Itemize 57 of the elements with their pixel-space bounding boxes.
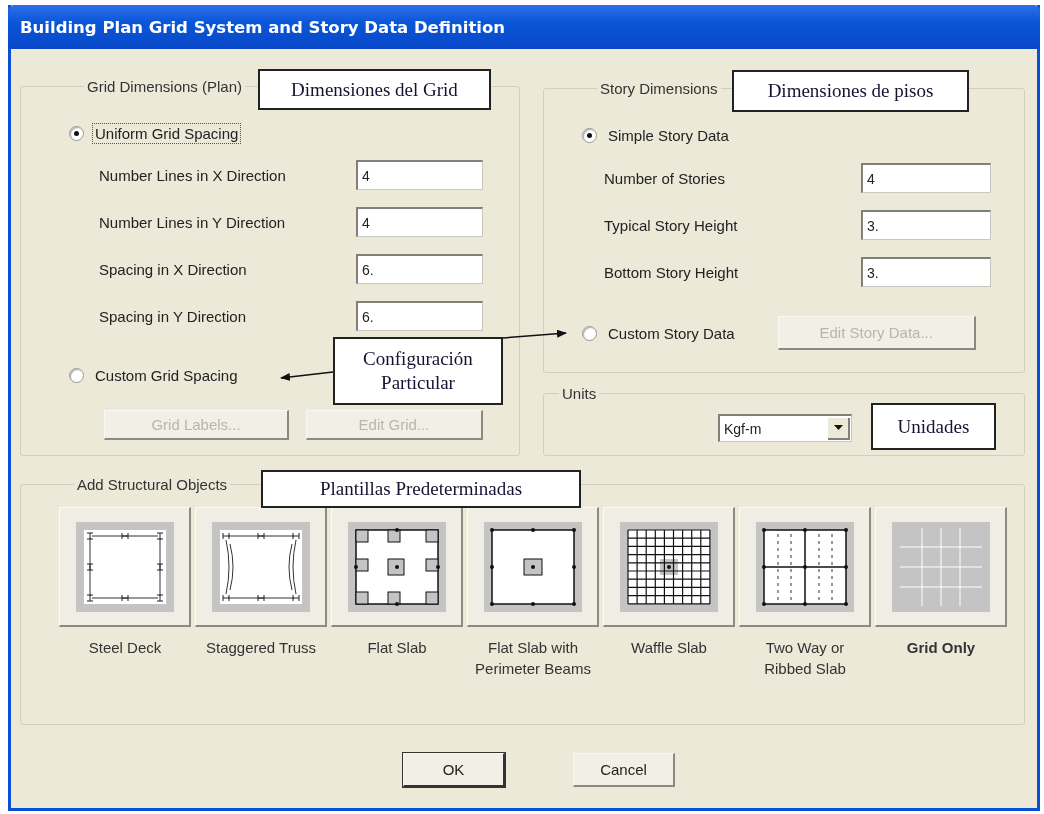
field-label: Bottom Story Height xyxy=(604,263,740,281)
text-field[interactable]: 6. xyxy=(356,301,483,331)
group-label: Grid Dimensions (Plan) xyxy=(86,78,244,95)
ribbed-slab-plan-icon xyxy=(755,521,854,612)
steel-deck-plan-icon xyxy=(75,521,174,612)
radio-button[interactable] xyxy=(582,127,597,143)
arrow xyxy=(502,329,567,339)
template-label: Grid Only xyxy=(905,638,977,658)
radio-label: Uniform Grid Spacing xyxy=(92,122,242,144)
field-label: Number Lines in Y Direction xyxy=(99,213,287,231)
grid-plan-icon xyxy=(891,521,990,612)
radio-button[interactable] xyxy=(582,325,597,341)
group-label: Story Dimensions xyxy=(599,80,719,97)
callout-label: Dimensiones del Grid xyxy=(258,69,491,110)
window-title: Building Plan Grid System and Story Data Definition xyxy=(20,17,506,37)
waffle-grid-plan-icon xyxy=(619,521,718,612)
template-button[interactable] xyxy=(739,507,871,627)
template-button[interactable] xyxy=(467,507,599,627)
callout-label: Configuración Particular xyxy=(333,337,503,405)
callout-label: Unidades xyxy=(871,403,996,450)
field-label: Typical Story Height xyxy=(604,216,739,234)
callout-label: Dimensiones de pisos xyxy=(732,70,969,112)
arrow xyxy=(280,371,334,381)
radio-button[interactable] xyxy=(69,367,84,383)
template-label: Waffle Slab xyxy=(630,638,708,658)
template-label: Flat Slab with Perimeter Beams xyxy=(474,638,592,679)
dialog-button[interactable]: OK xyxy=(403,753,505,787)
text-field[interactable]: 6. xyxy=(356,254,483,284)
units-dropdown[interactable]: Kgf-m xyxy=(718,414,852,442)
template-label: Staggered Truss xyxy=(204,638,318,658)
text-field[interactable]: 3. xyxy=(861,257,991,287)
text-field[interactable]: 4 xyxy=(861,163,991,193)
template-button[interactable] xyxy=(603,507,735,627)
group-label: Units xyxy=(561,385,598,402)
slab-with-beams-plan-icon xyxy=(483,521,582,612)
flat-slab-plan-icon xyxy=(347,521,446,612)
field-label: Spacing in X Direction xyxy=(99,260,248,278)
radio-label: Custom Story Data xyxy=(607,323,736,344)
dropdown-button[interactable] xyxy=(828,417,850,440)
radio-button[interactable] xyxy=(69,125,84,141)
text-field[interactable]: 4 xyxy=(356,160,483,190)
field-label: Number Lines in X Direction xyxy=(99,166,287,184)
field-label: Spacing in Y Direction xyxy=(99,307,248,325)
text-field[interactable]: 4 xyxy=(356,207,483,237)
template-label: Flat Slab xyxy=(366,638,428,658)
template-button[interactable] xyxy=(331,507,463,627)
radio-label: Custom Grid Spacing xyxy=(94,365,239,386)
template-label: Two Way or Ribbed Slab xyxy=(763,638,847,679)
template-label: Steel Deck xyxy=(87,638,163,658)
text-field[interactable]: 3. xyxy=(861,210,991,240)
truss-plan-icon xyxy=(211,521,310,612)
group-label: Add Structural Objects xyxy=(76,476,229,493)
radio-label: Simple Story Data xyxy=(607,125,730,146)
caret-icon xyxy=(833,425,843,430)
field-label: Number of Stories xyxy=(604,169,726,187)
callout-label: Plantillas Predeterminadas xyxy=(261,470,581,508)
dialog-button[interactable]: Cancel xyxy=(573,753,675,787)
